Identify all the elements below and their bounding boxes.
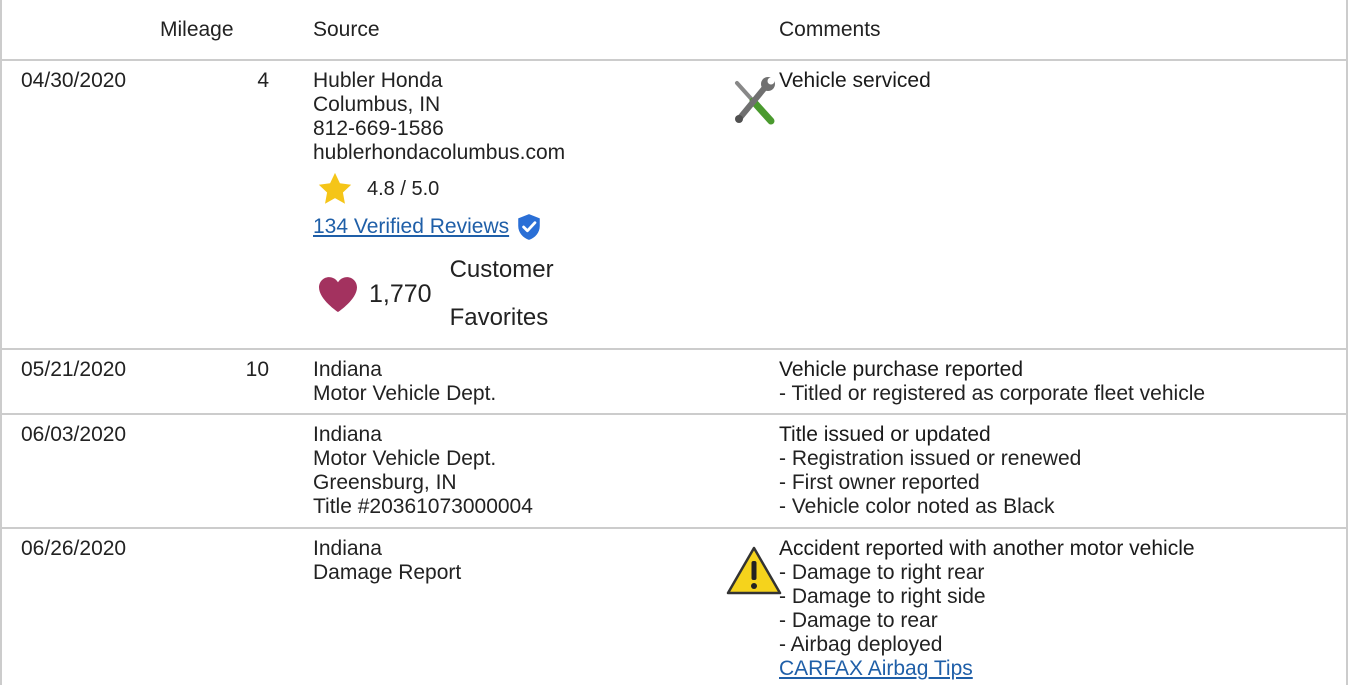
comment-line: - Airbag deployed [779,633,943,656]
row-source: Hubler Honda Columbus, IN 812-669-1586 h… [313,69,565,342]
source-line: Motor Vehicle Dept. [313,382,497,405]
row-mileage: 10 [245,358,269,381]
comment-title: Vehicle serviced [779,69,931,92]
row-date: 06/26/2020 [21,537,127,560]
comment-title: Title issued or updated [779,423,991,446]
source-line: 812-669-1586 [313,117,444,140]
comment-title: Accident reported with another motor veh… [779,537,1195,560]
source-line: Columbus, IN [313,93,441,116]
row-date: 05/21/2020 [21,358,127,381]
customer-favorites: 1,770 Customer Favorites [313,246,565,342]
table-row: 06/03/2020 Indiana Motor Vehicle Dept. G… [2,415,1346,529]
comment-line: - Damage to rear [779,609,938,632]
heart-icon [319,277,357,313]
row-source: Indiana Damage Report [313,537,461,585]
row-source: Indiana Motor Vehicle Dept. Greensburg, … [313,423,533,519]
verified-reviews-link[interactable]: 134 Verified Reviews [313,215,509,239]
source-line: Motor Vehicle Dept. [313,447,497,470]
verified-shield-icon [518,214,540,240]
table-header: Mileage Source Comments [2,0,1346,61]
comment-title: Vehicle purchase reported [779,358,1023,381]
source-line: Indiana [313,537,382,560]
row-date: 04/30/2020 [21,69,127,92]
rating-score: 4.8 / 5.0 [367,178,440,200]
row-comments: Title issued or updated - Registration i… [779,423,1081,519]
favorites-label: Customer Favorites [449,256,554,331]
row-comments: Vehicle serviced [779,69,931,93]
table-row: 06/26/2020 Indiana Damage Report Acciden… [2,529,1346,685]
dealer-rating: 4.8 / 5.0 [313,172,565,204]
source-line: Greensburg, IN [313,471,457,494]
wrench-screwdriver-icon [735,77,775,125]
header-source: Source [313,18,380,41]
header-mileage: Mileage [160,18,234,41]
row-comments: Accident reported with another motor veh… [779,537,1195,681]
row-date: 06/03/2020 [21,423,127,446]
comment-line: - Vehicle color noted as Black [779,495,1055,518]
source-line: Damage Report [313,561,462,584]
source-line: Hubler Honda [313,69,443,92]
row-comments: Vehicle purchase reported - Titled or re… [779,358,1205,406]
vehicle-history-table: Mileage Source Comments 04/30/2020 4 Hub… [0,0,1348,685]
header-comments: Comments [779,18,881,41]
source-line: Indiana [313,423,382,446]
comment-line: - Damage to right rear [779,561,985,584]
verified-reviews: 134 Verified Reviews [313,212,565,242]
comment-line: - Titled or registered as corporate flee… [779,382,1206,405]
table-row: 04/30/2020 4 Hubler Honda Columbus, IN 8… [2,61,1346,350]
airbag-tips-link[interactable]: CARFAX Airbag Tips [779,657,1195,681]
source-line: Title #20361073000004 [313,495,533,518]
favorites-count: 1,770 [369,280,432,308]
source-line: hublerhondacolumbus.com [313,141,566,164]
source-line: Indiana [313,358,382,381]
warning-icon [726,546,782,595]
star-icon [318,172,352,204]
row-source: Indiana Motor Vehicle Dept. [313,358,496,406]
table-row: 05/21/2020 10 Indiana Motor Vehicle Dept… [2,350,1346,415]
comment-line: - Registration issued or renewed [779,447,1082,470]
comment-line: - Damage to right side [779,585,986,608]
row-mileage: 4 [257,69,269,92]
comment-line: - First owner reported [779,471,980,494]
